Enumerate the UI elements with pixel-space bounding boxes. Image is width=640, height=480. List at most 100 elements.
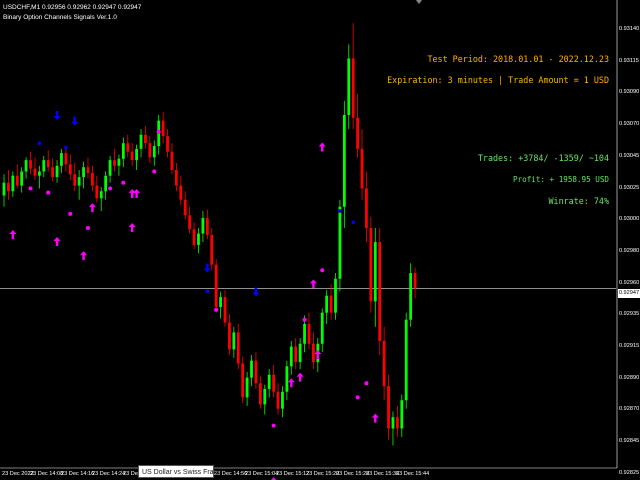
winrate-text: Winrate: 74% [548,196,609,206]
candle-bull [82,167,85,178]
price-axis-label: 0.92870 [619,406,640,413]
price-axis-label: 0.92960 [619,279,640,286]
candle-bear [228,322,231,350]
signal-dot [302,317,307,322]
candle-bear [113,160,116,166]
candle-bull [285,366,289,392]
signal-up-arrow-icon [88,203,96,213]
candle-bear [387,386,390,429]
price-axis-label: 0.92935 [619,311,640,318]
price-chart[interactable] [0,0,640,480]
candle-bull [245,377,249,398]
signal-up-arrow-icon [9,230,17,239]
candle-bull [104,175,108,192]
candle-bear [174,170,178,186]
candle-bear [241,363,245,398]
candle-bear [365,188,368,228]
candle-bull [373,242,377,302]
indicator-name: Binary Option Channels Signals Ver.1.0 [3,14,117,21]
candle-bear [91,172,94,186]
candle-bear [95,185,99,199]
candle-bear [170,151,174,171]
time-axis-label: 23 Dec 15:04 [245,471,279,477]
price-axis-label: 0.93140 [619,26,640,32]
candle-bear [258,383,262,405]
candle-bear [15,175,19,186]
candle-bull [24,160,28,172]
signal-dot [152,169,157,174]
candle-bear [68,164,72,175]
signal-up-arrow-icon [53,237,61,247]
signal-up-arrow-icon [314,350,322,360]
candle-bear [307,323,311,344]
candle-bear [294,346,298,363]
candle-bull [20,171,24,186]
candle-bear [46,160,50,168]
candle-bear [192,229,196,245]
price-axis-label: 0.93025 [619,184,640,191]
price-axis-label: 0.93045 [619,152,640,159]
signal-up-arrow-icon [371,413,379,423]
candle-bear [166,136,169,152]
signal-dot [156,129,161,134]
signal-down-arrow-icon [203,263,211,273]
candle-bear [329,295,333,313]
signal-dot [214,307,219,312]
candle-bull [289,346,293,367]
candle-bull [232,332,236,350]
price-axis-label: 0.92825 [619,469,640,476]
candle-bear [73,174,77,186]
price-axis-label: 0.93115 [619,57,639,64]
signal-up-arrow-icon [318,142,326,152]
candle-bear [205,218,209,235]
signal-down-arrow-icon [53,110,61,120]
candle-bear [7,182,10,192]
signal-dot [46,190,51,195]
signal-dot [355,395,360,400]
signal-dot-blue [205,289,210,294]
price-axis-label: 0.92915 [619,343,640,349]
time-axis-label: 23 Dec 15:36 [366,471,400,477]
candle-bear [148,143,152,158]
candle-bull [135,148,138,161]
candle-bull [77,177,81,186]
symbol-tooltip: US Dollar vs Swiss Franc [138,465,221,478]
candle-bear [351,58,355,118]
price-axis-label: 0.93090 [619,89,640,96]
signal-dot [121,180,126,185]
candle-bear [126,143,130,152]
time-axis-label: 23 Dec 14:16 [61,471,95,477]
chart-window[interactable]: USDCHF,M1 0.92956 0.92962 0.92947 0.9294… [0,0,640,480]
time-axis-label: 23 Dec 2022 [2,471,34,477]
candle-bear [214,264,218,308]
signal-up-arrow-icon [309,279,317,289]
signal-dot [85,225,90,230]
candle-bear [254,360,258,384]
signal-dot [68,211,73,216]
signal-dot [108,186,113,191]
candle-bear [395,417,399,429]
candle-bear [130,151,134,161]
profit-text: Profit: + 1958.95 USD [512,175,609,184]
candle-bull [303,323,306,344]
signal-down-arrow-icon [71,116,79,126]
candle-bull [201,218,205,234]
price-axis-label: 0.92890 [619,374,640,381]
candle-bull [267,374,271,389]
signal-dot-blue [37,141,42,146]
candle-bull [121,143,125,159]
candle-bear [64,153,68,165]
price-axis-label: 0.92980 [619,247,640,254]
candle-bull [404,319,408,401]
candle-bear [86,167,90,173]
candle-bear [161,120,165,137]
chart-shift-marker[interactable] [416,0,422,4]
candle-bear [223,297,227,323]
time-axis-label: 23 Dec 14:08 [30,471,64,477]
candle-bull [42,160,46,172]
candle-bull [320,312,324,344]
candle-bull [2,182,6,196]
time-axis-label: 23 Dec 14:24 [92,471,126,477]
candle-bull [139,134,143,149]
signal-dot-blue [64,145,68,150]
